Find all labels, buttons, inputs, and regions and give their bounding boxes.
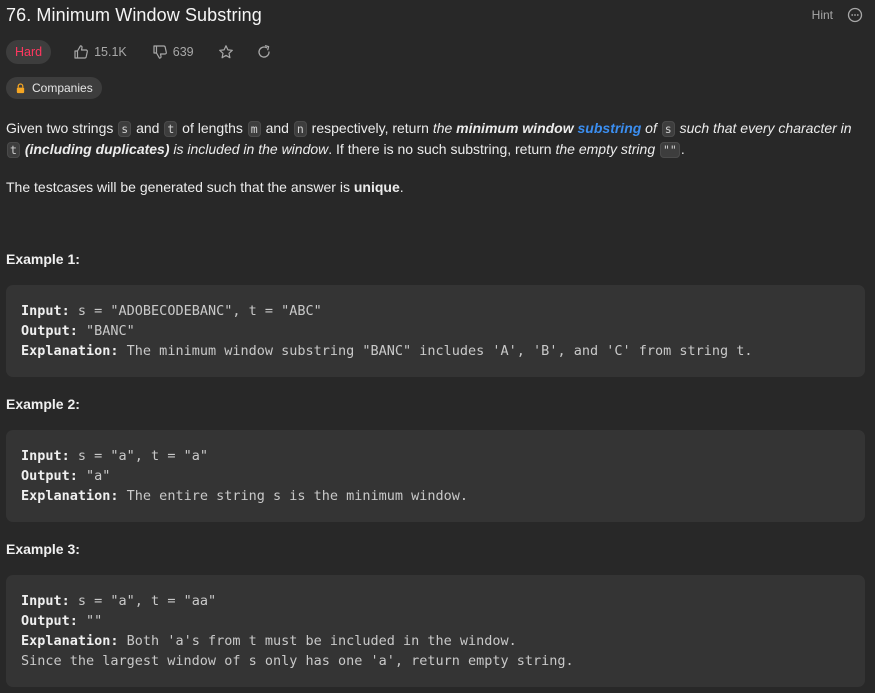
example-1-explanation: Explanation: The minimum window substrin… bbox=[21, 343, 753, 359]
example-3-explanation-line-2: Since the largest window of s only has o… bbox=[21, 653, 574, 669]
example-3-box: Input: s = "a", t = "aa" Output: "" Explan… bbox=[6, 575, 865, 687]
example-2-input: Input: s = "a", t = "a" bbox=[21, 448, 208, 464]
example-3-explanation: Explanation: Both 'a's from t must be in… bbox=[21, 633, 517, 649]
example-1-box: Input: s = "ADOBECODEBANC", t = "ABC" Out… bbox=[6, 285, 865, 377]
example-2-explanation: Explanation: The entire string s is the … bbox=[21, 488, 469, 504]
description-paragraph-2: The testcases will be generated such tha… bbox=[6, 179, 404, 195]
dislike-button[interactable]: 639 bbox=[152, 44, 194, 60]
share-icon[interactable] bbox=[256, 44, 272, 60]
inline-code: s bbox=[118, 121, 132, 137]
like-count: 15.1K bbox=[94, 45, 127, 59]
more-icon[interactable] bbox=[847, 7, 863, 23]
like-button[interactable]: 15.1K bbox=[73, 44, 127, 60]
hint-button[interactable]: Hint bbox=[812, 8, 833, 22]
example-1-output: Output: "BANC" bbox=[21, 323, 135, 339]
description-paragraph-1: Given two strings s and t of lengths m a… bbox=[6, 120, 852, 158]
example-2-output: Output: "a" bbox=[21, 468, 111, 484]
inline-code: "" bbox=[660, 142, 680, 158]
problem-description: Given two strings s and t of lengths m a… bbox=[6, 118, 868, 214]
star-icon[interactable] bbox=[218, 44, 234, 60]
example-3-input: Input: s = "a", t = "aa" bbox=[21, 593, 217, 609]
companies-label: Companies bbox=[32, 81, 93, 95]
example-2-box: Input: s = "a", t = "a" Output: "a" Explan… bbox=[6, 430, 865, 522]
problem-title[interactable]: 76. Minimum Window Substring bbox=[6, 5, 262, 26]
inline-code: n bbox=[293, 121, 307, 137]
difficulty-badge: Hard bbox=[6, 40, 52, 64]
example-1-input: Input: s = "ADOBECODEBANC", t = "ABC" bbox=[21, 303, 322, 319]
thumbs-down-icon bbox=[153, 45, 167, 59]
title-actions: Hint bbox=[812, 7, 863, 23]
meta-row: Hard 15.1K 639 bbox=[6, 39, 272, 65]
inline-code: m bbox=[247, 121, 261, 137]
inline-code: t bbox=[7, 142, 20, 158]
lock-icon bbox=[15, 82, 26, 94]
thumbs-up-icon bbox=[74, 45, 89, 59]
inline-code: t bbox=[164, 121, 178, 137]
example-1-title: Example 1: bbox=[6, 251, 80, 267]
example-3-output: Output: "" bbox=[21, 613, 103, 629]
dislike-count: 639 bbox=[172, 45, 194, 59]
inline-code: s bbox=[661, 121, 675, 137]
substring-link[interactable]: substring bbox=[578, 120, 642, 136]
example-2-title: Example 2: bbox=[6, 396, 80, 412]
title-row: 76. Minimum Window Substring Hint bbox=[6, 4, 863, 26]
example-3-title: Example 3: bbox=[6, 541, 80, 557]
companies-button[interactable]: Companies bbox=[6, 77, 102, 99]
